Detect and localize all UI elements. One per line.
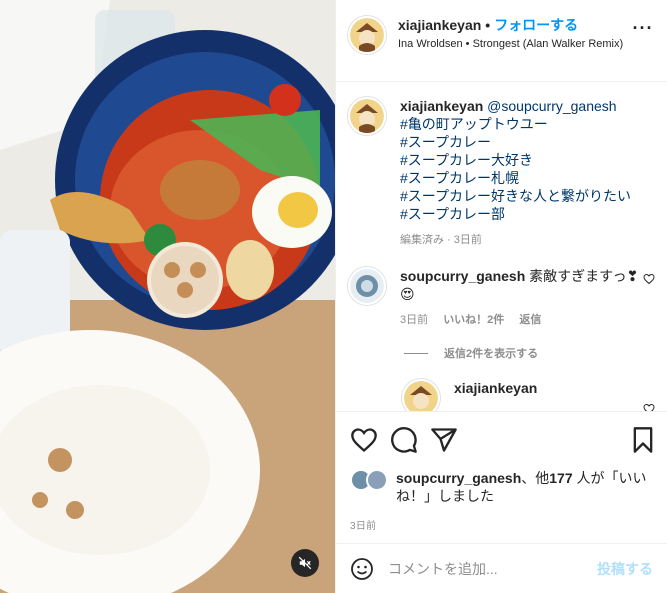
caption-meta: 編集済み · 3日前	[400, 234, 482, 246]
follow-button[interactable]: フォローする	[494, 17, 578, 33]
like-heart-icon[interactable]	[350, 426, 378, 454]
comment-bubble-icon[interactable]	[390, 426, 418, 454]
likes-summary[interactable]: soupcurry_ganesh、他177 人が「いいね！」しました	[350, 469, 657, 505]
comment-input[interactable]: コメントを追加...	[388, 559, 597, 579]
more-options-button[interactable]: ···	[631, 18, 655, 39]
liker-username[interactable]: soupcurry_ganesh	[396, 470, 521, 486]
add-comment-bar: コメントを追加... 投稿する	[336, 543, 667, 593]
reply-item: xiajiankeyan	[402, 379, 655, 411]
hashtag-link[interactable]: #スープカレー札幌	[400, 169, 655, 187]
reply-username[interactable]: xiajiankeyan	[454, 380, 537, 396]
avatar-image-icon	[350, 18, 384, 52]
liker-avatars	[350, 469, 390, 491]
divider-line	[404, 352, 428, 354]
action-bar: soupcurry_ganesh、他177 人が「いいね！」しました 3日前	[336, 411, 667, 543]
comment-item: soupcurry_ganesh 素敵すぎますっ❣ 😍 3日前 いいね！2件 返…	[348, 267, 655, 329]
reply-avatar[interactable]	[402, 379, 440, 411]
avatar[interactable]	[348, 16, 386, 54]
view-replies-label: 返信2件を表示する	[444, 348, 539, 360]
post-panel: xiajiankeyan • フォローする Ina Wroldsen • Stron…	[335, 0, 667, 593]
comment-text: 素敵すぎますっ❣	[529, 268, 639, 284]
separator-dot: •	[485, 17, 491, 33]
caption: xiajiankeyan @soupcurry_ganesh #亀の町アップトウ…	[348, 97, 655, 249]
liker-avatar-icon	[350, 469, 388, 491]
post-media[interactable]	[0, 0, 335, 593]
share-send-icon[interactable]	[430, 426, 458, 454]
comments-section[interactable]: xiajiankeyan @soupcurry_ganesh #亀の町アップトウ…	[336, 83, 667, 411]
speaker-muted-icon	[298, 556, 312, 570]
commenter-avatar[interactable]	[348, 267, 386, 305]
emoji-icon[interactable]	[350, 557, 374, 581]
like-reply-heart-icon[interactable]	[643, 403, 655, 411]
post-timestamp[interactable]: 3日前	[350, 517, 657, 532]
mute-button[interactable]	[291, 549, 319, 577]
post-comment-button[interactable]: 投稿する	[597, 559, 653, 579]
avatar-image-icon	[404, 381, 438, 411]
save-bookmark-icon[interactable]	[629, 426, 657, 454]
reply-button[interactable]: 返信	[519, 314, 541, 326]
hashtag-link[interactable]: #亀の町アップトウユー	[400, 115, 655, 133]
avatar-image-icon	[350, 99, 384, 133]
curry-photo	[0, 0, 335, 593]
caption-username[interactable]: xiajiankeyan	[400, 98, 483, 114]
comment-time[interactable]: 3日前	[400, 314, 428, 326]
hashtag-link[interactable]: #スープカレー好きな人と繋がりたい	[400, 187, 655, 205]
hashtag-link[interactable]: #スープカレー部	[400, 205, 655, 223]
view-replies-button[interactable]: 返信2件を表示する	[404, 345, 655, 361]
likes-count[interactable]: 177	[549, 470, 572, 486]
caption-avatar[interactable]	[348, 97, 386, 135]
hashtag-link[interactable]: #スープカレー大好き	[400, 151, 655, 169]
post-header: xiajiankeyan • フォローする Ina Wroldsen • Stron…	[336, 0, 667, 82]
audio-track[interactable]: Ina Wroldsen • Strongest (Alan Walker Re…	[398, 37, 631, 52]
hashtag-link[interactable]: #スープカレー	[400, 133, 655, 151]
like-comment-heart-icon[interactable]	[643, 273, 655, 285]
commenter-username[interactable]: soupcurry_ganesh	[400, 268, 525, 284]
comment-likes[interactable]: いいね！2件	[443, 314, 504, 326]
avatar-image-icon	[350, 269, 384, 303]
post-username[interactable]: xiajiankeyan	[398, 17, 481, 33]
caption-mention[interactable]: @soupcurry_ganesh	[487, 98, 616, 114]
likes-text-mid: 、他	[521, 470, 550, 486]
comment-emoji: 😍	[400, 286, 415, 302]
